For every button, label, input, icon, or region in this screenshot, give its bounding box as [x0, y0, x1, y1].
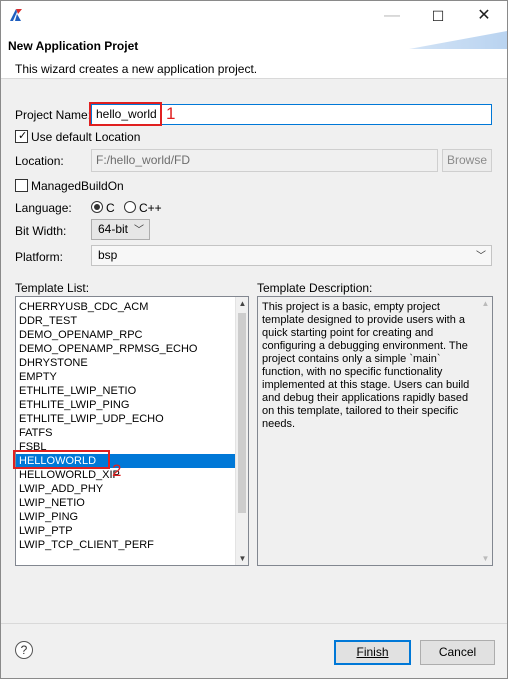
new-application-project-dialog: — ☐ ✕ New Application Projet This wizard… [0, 0, 508, 679]
help-icon[interactable]: ? [15, 641, 33, 659]
list-item[interactable]: ETHLITE_LWIP_UDP_ECHO [16, 412, 236, 426]
template-description-text: This project is a basic, empty project t… [262, 301, 470, 430]
list-item[interactable]: LWIP_NETIO [16, 496, 236, 510]
list-item[interactable]: ETHLITE_LWIP_NETIO [16, 384, 236, 398]
managed-build-checkbox[interactable] [15, 179, 28, 192]
project-name-label: Project Name: [15, 108, 92, 122]
radio-selected-dot [94, 204, 100, 210]
list-item[interactable]: DHRYSTONE [16, 356, 236, 370]
scroll-up-icon[interactable]: ▲ [236, 299, 248, 308]
use-default-location-label: Use default Location [31, 130, 141, 144]
language-radio-cpp[interactable] [124, 201, 136, 213]
scroll-down-icon[interactable]: ▼ [236, 554, 248, 563]
maximize-button[interactable]: ☐ [415, 1, 461, 31]
list-item[interactable]: DEMO_OPENAMP_RPC [16, 328, 236, 342]
language-label: Language: [15, 201, 72, 215]
finish-button-label: Finish [356, 645, 389, 659]
language-radio-c[interactable] [91, 201, 103, 213]
cancel-button[interactable]: Cancel [420, 640, 495, 665]
bit-width-label: Bit Width: [15, 224, 67, 238]
list-item[interactable]: LWIP_TCP_CLIENT_PERF [16, 538, 236, 552]
description-scrollbar: ▲ ▼ [479, 297, 492, 565]
language-option-c: C [106, 201, 115, 215]
footer-separator [1, 623, 507, 624]
close-button[interactable]: ✕ [461, 1, 507, 31]
use-default-location-checkbox[interactable]: ✓ [15, 130, 28, 143]
bit-width-select[interactable]: 64-bit ﹀ [91, 219, 150, 240]
platform-select[interactable]: bsp ﹀ [91, 245, 492, 266]
platform-label: Platform: [15, 250, 64, 264]
wizard-header: New Application Projet This wizard creat… [1, 31, 507, 79]
list-item[interactable]: CHERRYUSB_CDC_ACM [16, 300, 236, 314]
wizard-title: New Application Projet [8, 39, 139, 53]
wizard-description: This wizard creates a new application pr… [15, 62, 258, 76]
browse-button[interactable]: Browse [442, 149, 492, 172]
chevron-down-icon: ﹀ [134, 225, 144, 236]
finish-button[interactable]: Finish [334, 640, 411, 665]
cancel-button-label: Cancel [438, 645, 477, 659]
template-list-scrollbar[interactable]: ▲ ▼ [235, 297, 248, 565]
annotation-box-2 [13, 450, 110, 469]
template-description-box: This project is a basic, empty project t… [257, 296, 493, 566]
list-item[interactable]: LWIP_PTP [16, 524, 236, 538]
template-list[interactable]: CHERRYUSB_CDC_ACM DDR_TEST DEMO_OPENAMP_… [15, 296, 249, 566]
scrollbar-thumb[interactable] [238, 313, 246, 513]
scroll-down-icon: ▼ [481, 554, 490, 563]
location-input[interactable]: F:/hello_world/FD [91, 149, 438, 172]
header-decoration [409, 31, 507, 49]
location-label: Location: [15, 154, 64, 168]
template-list-label: Template List: [15, 281, 90, 295]
list-item[interactable]: LWIP_PING [16, 510, 236, 524]
list-item[interactable]: DDR_TEST [16, 314, 236, 328]
minimize-button[interactable]: — [369, 1, 415, 31]
annotation-number-1: 1 [166, 104, 176, 123]
list-item[interactable]: ETHLITE_LWIP_PING [16, 398, 236, 412]
scroll-up-icon: ▲ [481, 299, 490, 308]
managed-build-label: ManagedBuildOn [31, 179, 124, 193]
template-description-label: Template Description: [257, 281, 373, 295]
bit-width-value: 64-bit [98, 222, 129, 236]
checkmark-icon: ✓ [18, 130, 28, 142]
list-item[interactable]: EMPTY [16, 370, 236, 384]
annotation-box-1 [89, 102, 162, 126]
title-bar: — ☐ ✕ [1, 1, 507, 31]
app-logo-icon [10, 9, 22, 21]
annotation-number-2: 2 [112, 461, 122, 480]
list-item[interactable]: DEMO_OPENAMP_RPMSG_ECHO [16, 342, 236, 356]
list-item[interactable]: HELLOWORLD_XIP [16, 468, 236, 482]
language-option-cpp: C++ [139, 201, 162, 215]
platform-value: bsp [98, 248, 118, 262]
chevron-down-icon: ﹀ [476, 251, 486, 262]
list-item[interactable]: LWIP_ADD_PHY [16, 482, 236, 496]
list-item[interactable]: FATFS [16, 426, 236, 440]
